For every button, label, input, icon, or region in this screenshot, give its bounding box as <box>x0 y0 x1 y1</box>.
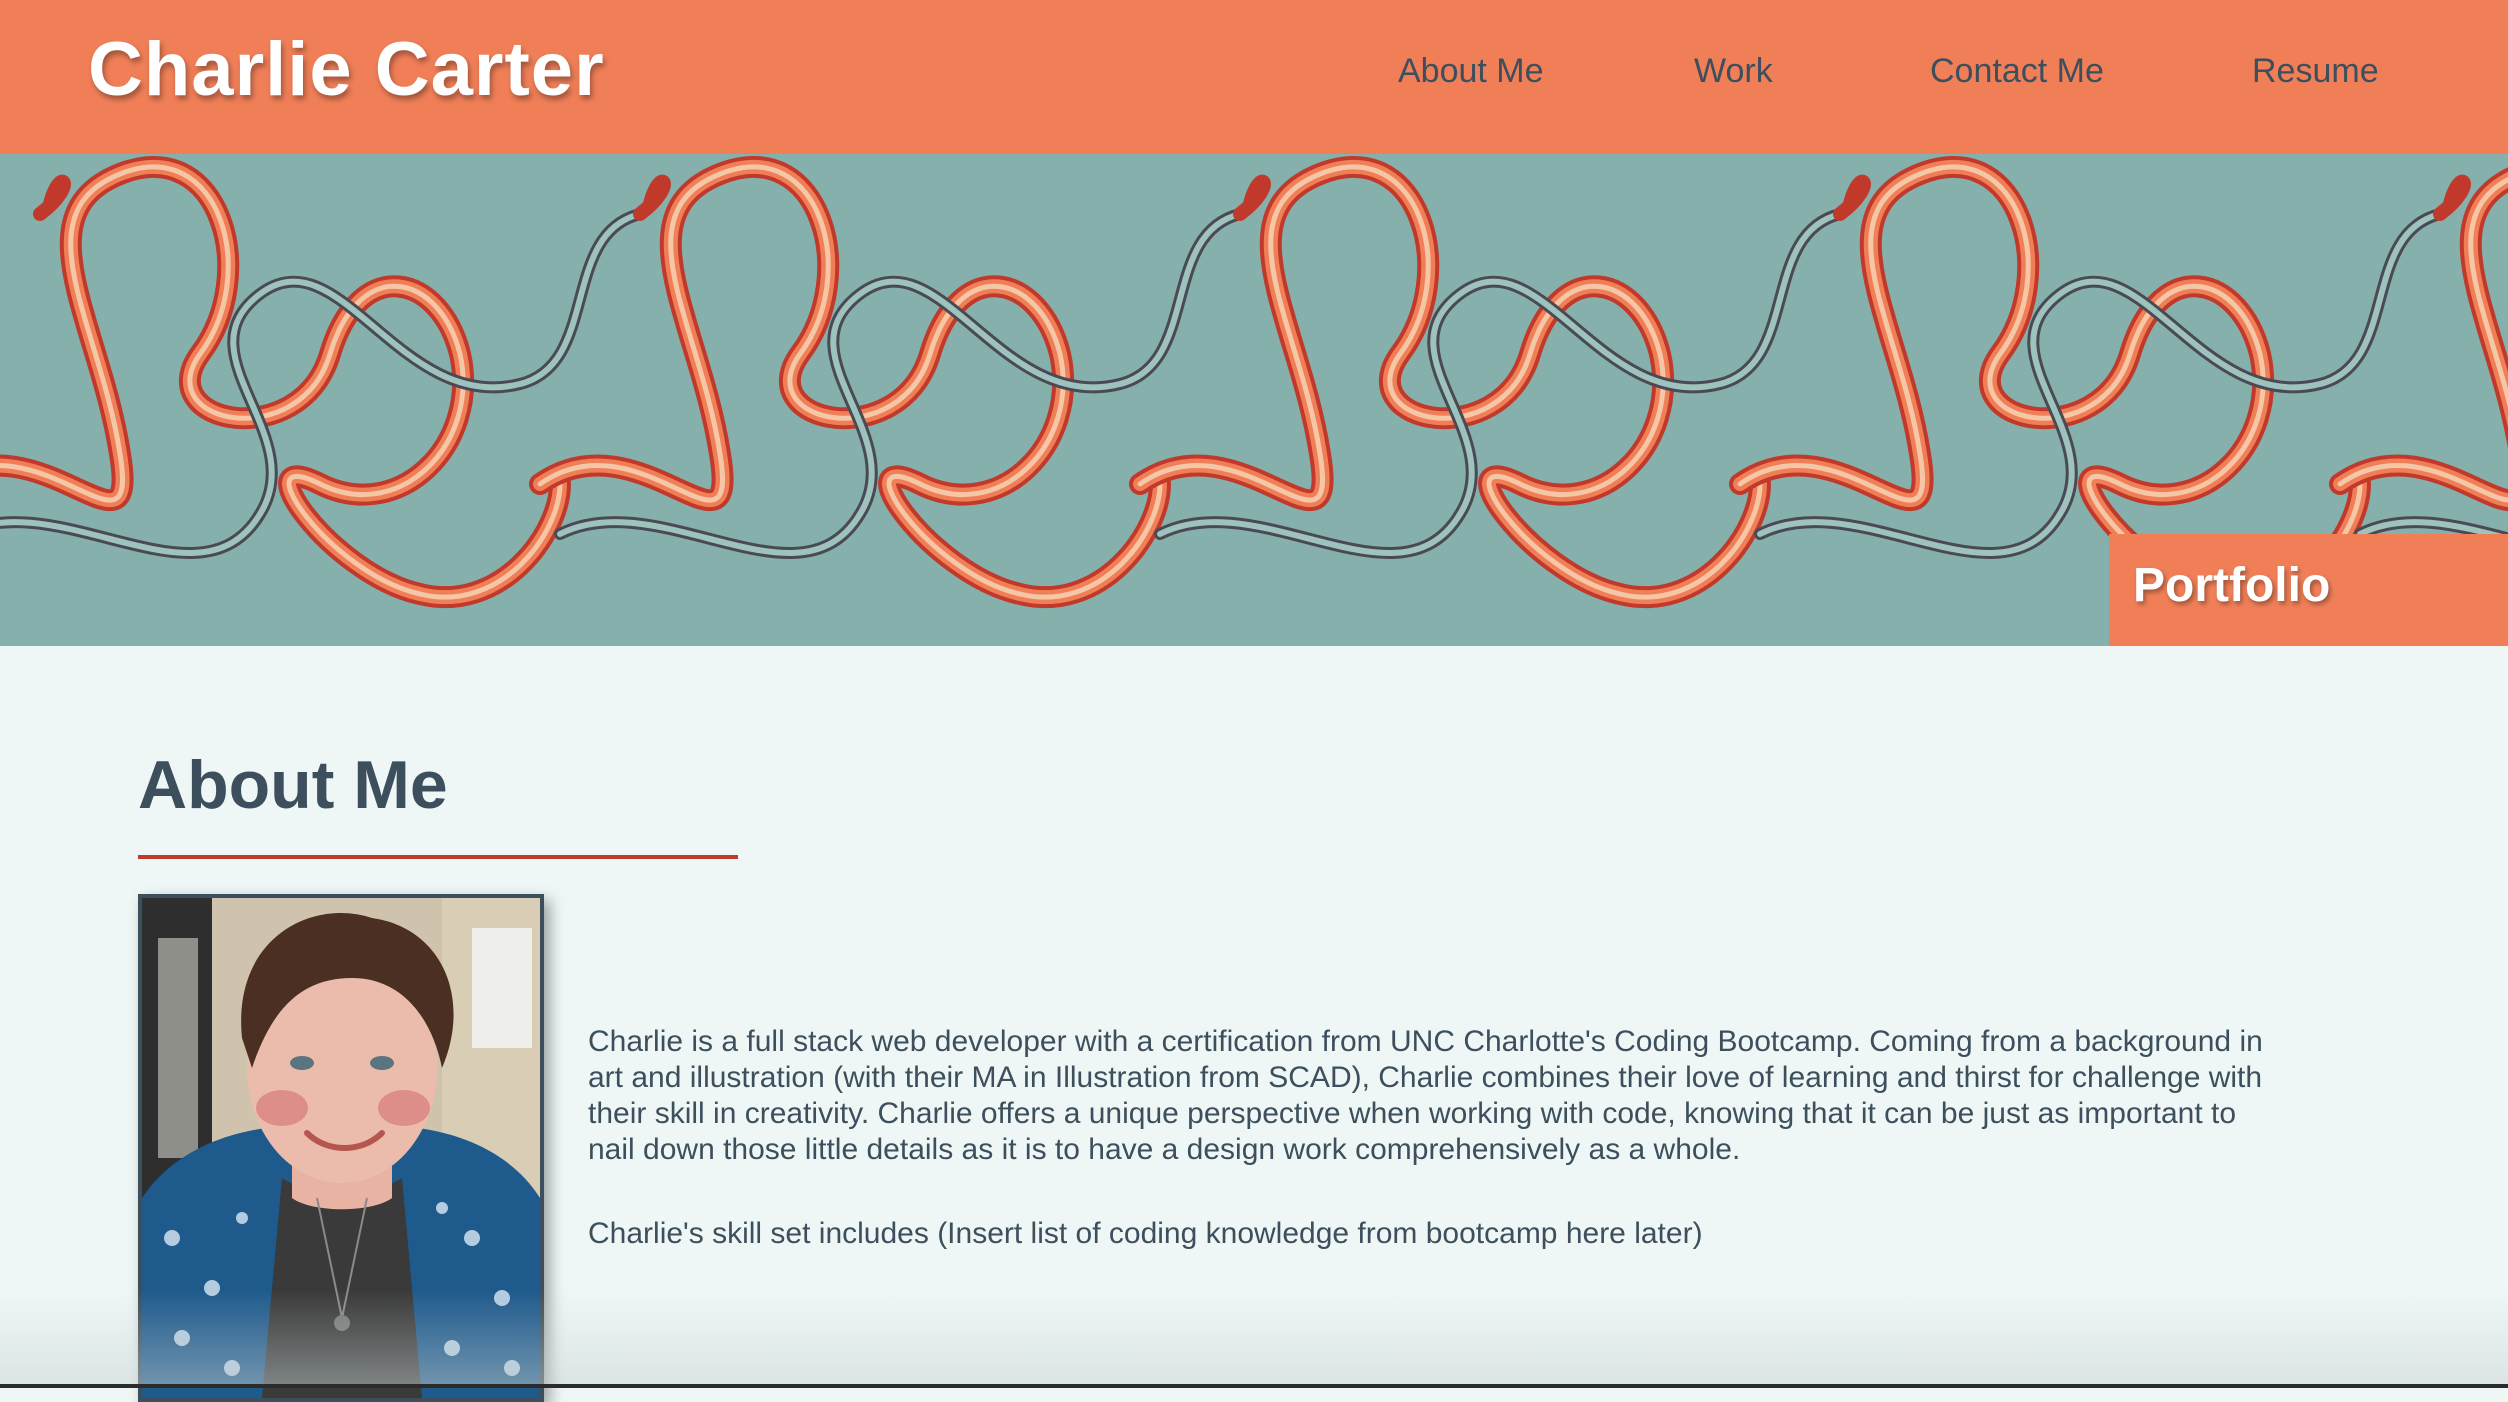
nav-contact-me[interactable]: Contact Me <box>1930 52 2104 91</box>
bio-paragraph: Charlie is a full stack web developer wi… <box>588 1025 2263 1166</box>
portfolio-tag: Portfolio <box>2109 534 2508 646</box>
nav-resume[interactable]: Resume <box>2252 52 2379 91</box>
skills-paragraph: Charlie's skill set includes (Insert lis… <box>588 1217 1703 1250</box>
profile-photo <box>138 894 544 1402</box>
profile-photo-image <box>142 898 540 1398</box>
nav-about-me[interactable]: About Me <box>1398 52 1544 91</box>
bio-text: Charlie is a full stack web developer wi… <box>588 1024 2278 1252</box>
portfolio-tag-label: Portfolio <box>2133 559 2331 612</box>
section-title: About Me <box>138 747 448 823</box>
site-header: Charlie Carter About Me Work Contact Me … <box>0 0 2508 154</box>
about-section: About Me Charlie is a full stack web dev… <box>0 646 2508 1402</box>
nav-work[interactable]: Work <box>1694 52 1773 91</box>
main-nav: About Me Work Contact Me Resume <box>0 52 2508 102</box>
window-bottom-edge <box>0 1384 2508 1388</box>
title-underline <box>138 855 738 859</box>
